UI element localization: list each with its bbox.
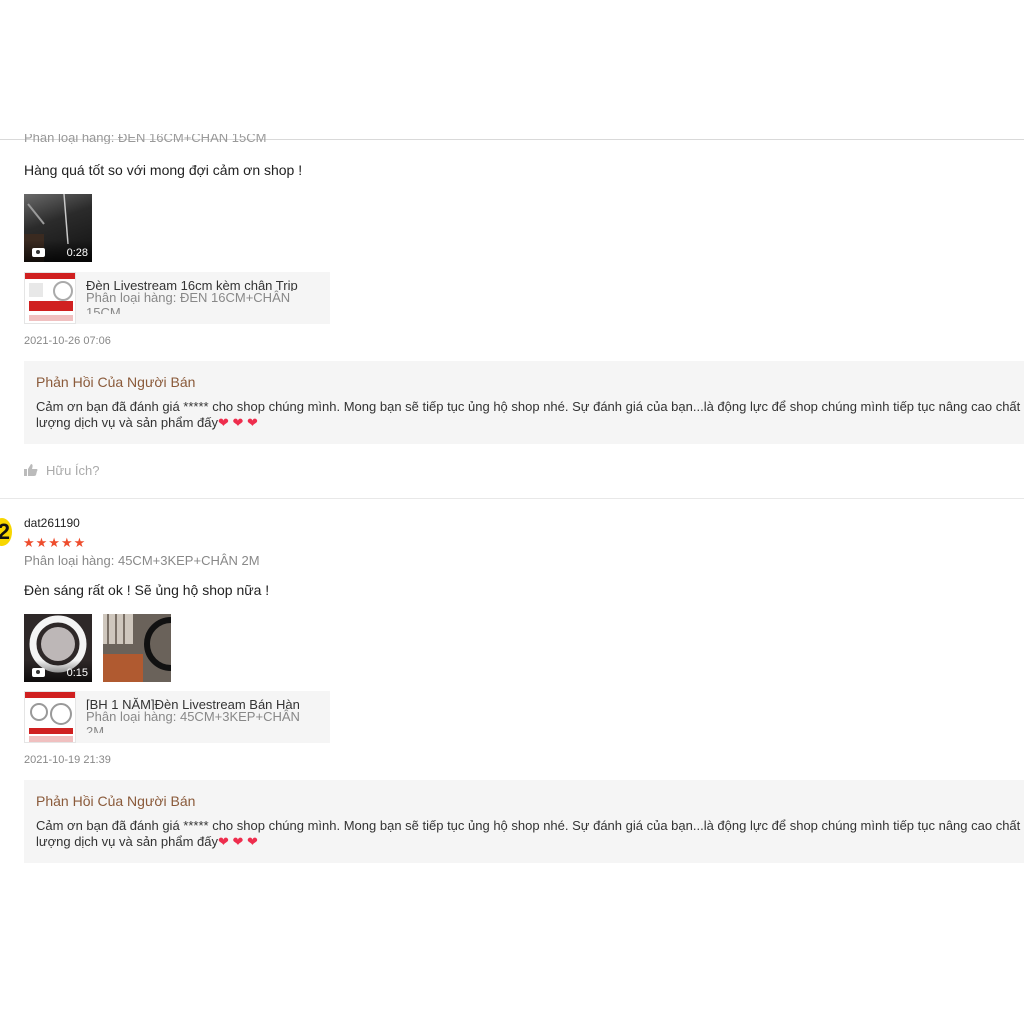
product-thumbnail: [24, 272, 76, 324]
seller-reply-text: Cảm ơn bạn đã đánh giá ***** cho shop ch…: [36, 818, 1021, 849]
review-2-timestamp: 2021-10-19 21:39: [24, 754, 111, 766]
seller-reply-text: Cảm ơn bạn đã đánh giá ***** cho shop ch…: [36, 399, 1021, 430]
review-2-product-card[interactable]: [BH 1 NĂM]Đèn Livestream Bán Hàn Phân lo…: [24, 691, 330, 743]
review-1-seller-reply: Phản Hồi Của Người Bán Cảm ơn bạn đã đán…: [24, 361, 1024, 444]
video-duration: 0:28: [66, 247, 88, 259]
product-thumbnail: [24, 691, 76, 743]
review-1-product-card[interactable]: Đèn Livestream 16cm kèm chân Trip Phân l…: [24, 272, 330, 324]
helpful-button[interactable]: Hữu Ích?: [24, 463, 100, 478]
review-2-comment: Đèn sáng rất ok ! Sẽ ủng hộ shop nữa !: [24, 582, 270, 598]
review-2-variation: Phân loại hàng: 45CM+3KEP+CHÂN 2M: [24, 553, 260, 568]
video-camera-icon: [32, 668, 45, 677]
review-2-username: dat261190: [24, 516, 80, 530]
review-1-comment: Hàng quá tốt so với mong đợi cảm ơn shop…: [24, 162, 303, 178]
helpful-label: Hữu Ích?: [46, 463, 100, 478]
review-1-variation: Phân loại hàng: ĐEN 16CM+CHÂN 15CM: [24, 134, 267, 144]
review-2-image-thumbnail[interactable]: [103, 614, 171, 682]
review-divider: [0, 498, 1024, 499]
product-variation: Phân loại hàng: ĐEN 16CM+CHÂN 15CM: [86, 290, 291, 314]
heart-icon: ❤ ❤ ❤: [218, 834, 258, 849]
product-image-graphic: [25, 273, 75, 323]
review-2-seller-reply: Phản Hồi Của Người Bán Cảm ơn bạn đã đán…: [24, 780, 1024, 863]
seller-reply-title: Phản Hồi Của Người Bán: [36, 374, 196, 390]
avatar: 2: [0, 518, 12, 546]
heart-icon: ❤ ❤ ❤: [218, 415, 258, 430]
thumbs-up-icon: [24, 464, 38, 476]
review-1-timestamp: 2021-10-26 07:06: [24, 335, 111, 347]
video-duration: 0:15: [66, 667, 88, 679]
star-rating: ★★★★★: [23, 535, 87, 550]
review-2-video-thumbnail[interactable]: 0:15: [24, 614, 92, 682]
video-camera-icon: [32, 248, 45, 257]
seller-reply-title: Phản Hồi Của Người Bán: [36, 793, 196, 809]
product-image-graphic: [25, 692, 75, 742]
review-1-video-thumbnail[interactable]: 0:28: [24, 194, 92, 262]
product-variation: Phân loại hàng: 45CM+3KEP+CHÂN 2M: [86, 709, 300, 733]
photo-graphic: [103, 614, 171, 682]
